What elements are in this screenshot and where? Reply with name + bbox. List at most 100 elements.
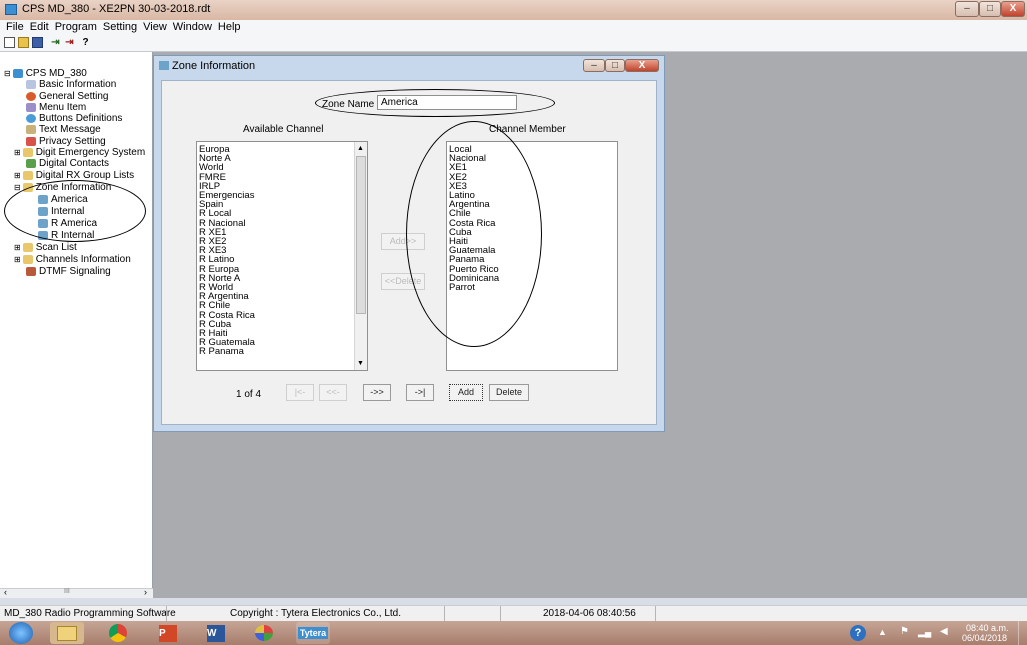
tree-item-scan-list[interactable]: ⊞ Scan List bbox=[14, 242, 77, 253]
tree-label: Scan List bbox=[35, 242, 77, 253]
chrome-icon[interactable] bbox=[101, 622, 135, 644]
scroll-down-icon[interactable]: ▼ bbox=[357, 360, 364, 367]
status-app-name: MD_380 Radio Programming Software bbox=[4, 608, 176, 619]
tree-item-zone-internal[interactable]: Internal bbox=[38, 206, 84, 217]
channel-member-item[interactable]: Nacional bbox=[447, 154, 617, 164]
tree-item-menu-item[interactable]: Menu Item bbox=[26, 102, 86, 113]
last-page-button[interactable]: ->| bbox=[406, 384, 434, 401]
zone-name-input[interactable]: America bbox=[377, 95, 517, 110]
first-page-button[interactable]: |<- bbox=[286, 384, 314, 401]
available-channel-list[interactable]: Europa Norte A World FMRE IRLP Emergencias Spa… bbox=[196, 141, 368, 371]
previous-page-button[interactable]: <<- bbox=[319, 384, 347, 401]
available-channel-item[interactable]: R Panama bbox=[197, 347, 367, 357]
keypad-icon bbox=[26, 267, 36, 276]
powerpoint-icon[interactable]: P bbox=[151, 622, 185, 644]
help-icon[interactable]: ? bbox=[80, 37, 91, 48]
menu-edit[interactable]: Edit bbox=[30, 20, 49, 34]
new-icon[interactable] bbox=[4, 37, 15, 48]
tree-item-channels-information[interactable]: ⊞ Channels Information bbox=[14, 254, 131, 265]
scroll-left-icon[interactable]: ‹ bbox=[4, 587, 7, 597]
tree-item-zone-information[interactable]: ⊟ Zone Information bbox=[14, 182, 111, 193]
write-icon[interactable]: ⇥ bbox=[64, 37, 75, 48]
expand-icon[interactable]: ⊞ bbox=[14, 242, 21, 253]
zone-minimize-button[interactable]: – bbox=[583, 59, 605, 72]
available-list-scroll-thumb[interactable] bbox=[356, 156, 366, 314]
paint-icon[interactable] bbox=[247, 622, 281, 644]
expand-icon[interactable]: ⊞ bbox=[14, 170, 21, 181]
tree-item-text-message[interactable]: Text Message bbox=[26, 124, 101, 135]
toolbar: ⇥ ⇥ ? bbox=[0, 34, 1027, 52]
clock-time[interactable]: 08:40 a.m. bbox=[966, 623, 1009, 633]
tree-label: Text Message bbox=[39, 124, 101, 135]
tytera-taskbar-button[interactable]: Tytera bbox=[296, 622, 330, 644]
delete-zone-button[interactable]: Delete bbox=[489, 384, 529, 401]
tree-item-zone-r-america[interactable]: R America bbox=[38, 218, 97, 229]
action-center-flag-icon[interactable]: ⚑ bbox=[900, 626, 909, 637]
scroll-right-icon[interactable]: › bbox=[144, 587, 147, 597]
tree-horizontal-scrollbar[interactable]: ‹ III › bbox=[0, 587, 153, 598]
tree-item-basic-information[interactable]: Basic Information bbox=[26, 79, 116, 90]
tree-item-digit-emergency-system[interactable]: ⊞ Digit Emergency System bbox=[14, 147, 145, 158]
close-button[interactable]: X bbox=[1001, 1, 1025, 17]
tree-item-general-setting[interactable]: General Setting bbox=[26, 91, 109, 102]
tray-expand-icon[interactable]: ▲ bbox=[878, 627, 887, 637]
collapse-icon[interactable]: ⊟ bbox=[4, 68, 11, 79]
next-page-button[interactable]: ->> bbox=[363, 384, 391, 401]
tree-item-zone-r-internal[interactable]: R Internal bbox=[38, 230, 94, 241]
collapse-icon[interactable]: ⊟ bbox=[14, 182, 21, 193]
help-tray-icon[interactable]: ? bbox=[850, 625, 866, 641]
scroll-thumb[interactable]: III bbox=[64, 588, 70, 595]
tree-label: Internal bbox=[51, 206, 85, 217]
add-zone-button[interactable]: Add bbox=[449, 384, 483, 401]
delete-from-member-button[interactable]: <<Delete bbox=[381, 273, 425, 290]
explorer-icon[interactable] bbox=[50, 622, 84, 644]
scroll-up-icon[interactable]: ▲ bbox=[357, 145, 364, 152]
minimize-button[interactable]: – bbox=[955, 1, 979, 17]
add-to-member-button[interactable]: Add>> bbox=[381, 233, 425, 250]
gear-icon bbox=[26, 92, 36, 101]
maximize-button[interactable]: □ bbox=[979, 1, 1001, 17]
channel-member-item[interactable]: XE2 bbox=[447, 172, 617, 182]
tree-item-digital-rx-group-lists[interactable]: ⊞ Digital RX Group Lists bbox=[14, 170, 134, 181]
menu-help[interactable]: Help bbox=[218, 20, 241, 34]
tree-label: R America bbox=[51, 218, 98, 229]
network-icon[interactable]: ▂▄ bbox=[918, 627, 931, 638]
tree-panel: ⊟ CPS MD_380 Basic Information General Se… bbox=[0, 52, 153, 598]
menu-program[interactable]: Program bbox=[55, 20, 97, 34]
tree-item-digital-contacts[interactable]: Digital Contacts bbox=[26, 158, 109, 169]
show-desktop-button[interactable] bbox=[1018, 621, 1027, 645]
read-icon[interactable]: ⇥ bbox=[50, 37, 61, 48]
menu-setting[interactable]: Setting bbox=[103, 20, 137, 34]
tree-label: Digital RX Group Lists bbox=[35, 170, 135, 181]
channel-member-item[interactable]: Parrot bbox=[447, 283, 617, 293]
channel-member-item[interactable]: Costa Rica bbox=[447, 218, 617, 228]
open-icon[interactable] bbox=[18, 37, 29, 48]
start-orb-icon[interactable] bbox=[9, 622, 33, 644]
channel-member-list[interactable]: Local Nacional XE1 XE2 XE3 Latino Argentina Chi… bbox=[446, 141, 618, 371]
volume-icon[interactable]: ◀ bbox=[940, 626, 948, 637]
expand-icon[interactable]: ⊞ bbox=[14, 254, 21, 265]
folder-icon bbox=[22, 243, 33, 252]
expand-icon[interactable]: ⊞ bbox=[14, 147, 21, 158]
clock-date[interactable]: 06/04/2018 bbox=[962, 633, 1007, 643]
word-icon[interactable]: W bbox=[199, 622, 233, 644]
tree-item-dtmf-signaling[interactable]: DTMF Signaling bbox=[26, 266, 111, 277]
menu-file[interactable]: File bbox=[6, 20, 24, 34]
menu-view[interactable]: View bbox=[143, 20, 167, 34]
save-icon[interactable] bbox=[32, 37, 43, 48]
status-datetime: 2018-04-06 08:40:56 bbox=[543, 608, 636, 619]
channel-member-item[interactable]: XE1 bbox=[447, 163, 617, 173]
channel-member-item[interactable]: Argentina bbox=[447, 200, 617, 210]
zone-maximize-button[interactable]: □ bbox=[605, 59, 625, 72]
zone-close-button[interactable]: X bbox=[625, 59, 659, 72]
tree-item-buttons-definitions[interactable]: Buttons Definitions bbox=[26, 113, 122, 124]
tree-root[interactable]: ⊟ CPS MD_380 bbox=[4, 68, 87, 79]
available-channel-item[interactable]: FMRE bbox=[197, 172, 367, 182]
tree-label: Buttons Definitions bbox=[39, 113, 123, 124]
menu-window[interactable]: Window bbox=[173, 20, 212, 34]
available-list-scrollbar[interactable]: ▲ ▼ bbox=[354, 142, 367, 370]
zone-icon bbox=[38, 195, 48, 204]
channel-member-item[interactable]: Cuba bbox=[447, 227, 617, 237]
tree-item-privacy-setting[interactable]: Privacy Setting bbox=[26, 136, 106, 147]
tree-item-zone-america[interactable]: America bbox=[38, 194, 88, 205]
